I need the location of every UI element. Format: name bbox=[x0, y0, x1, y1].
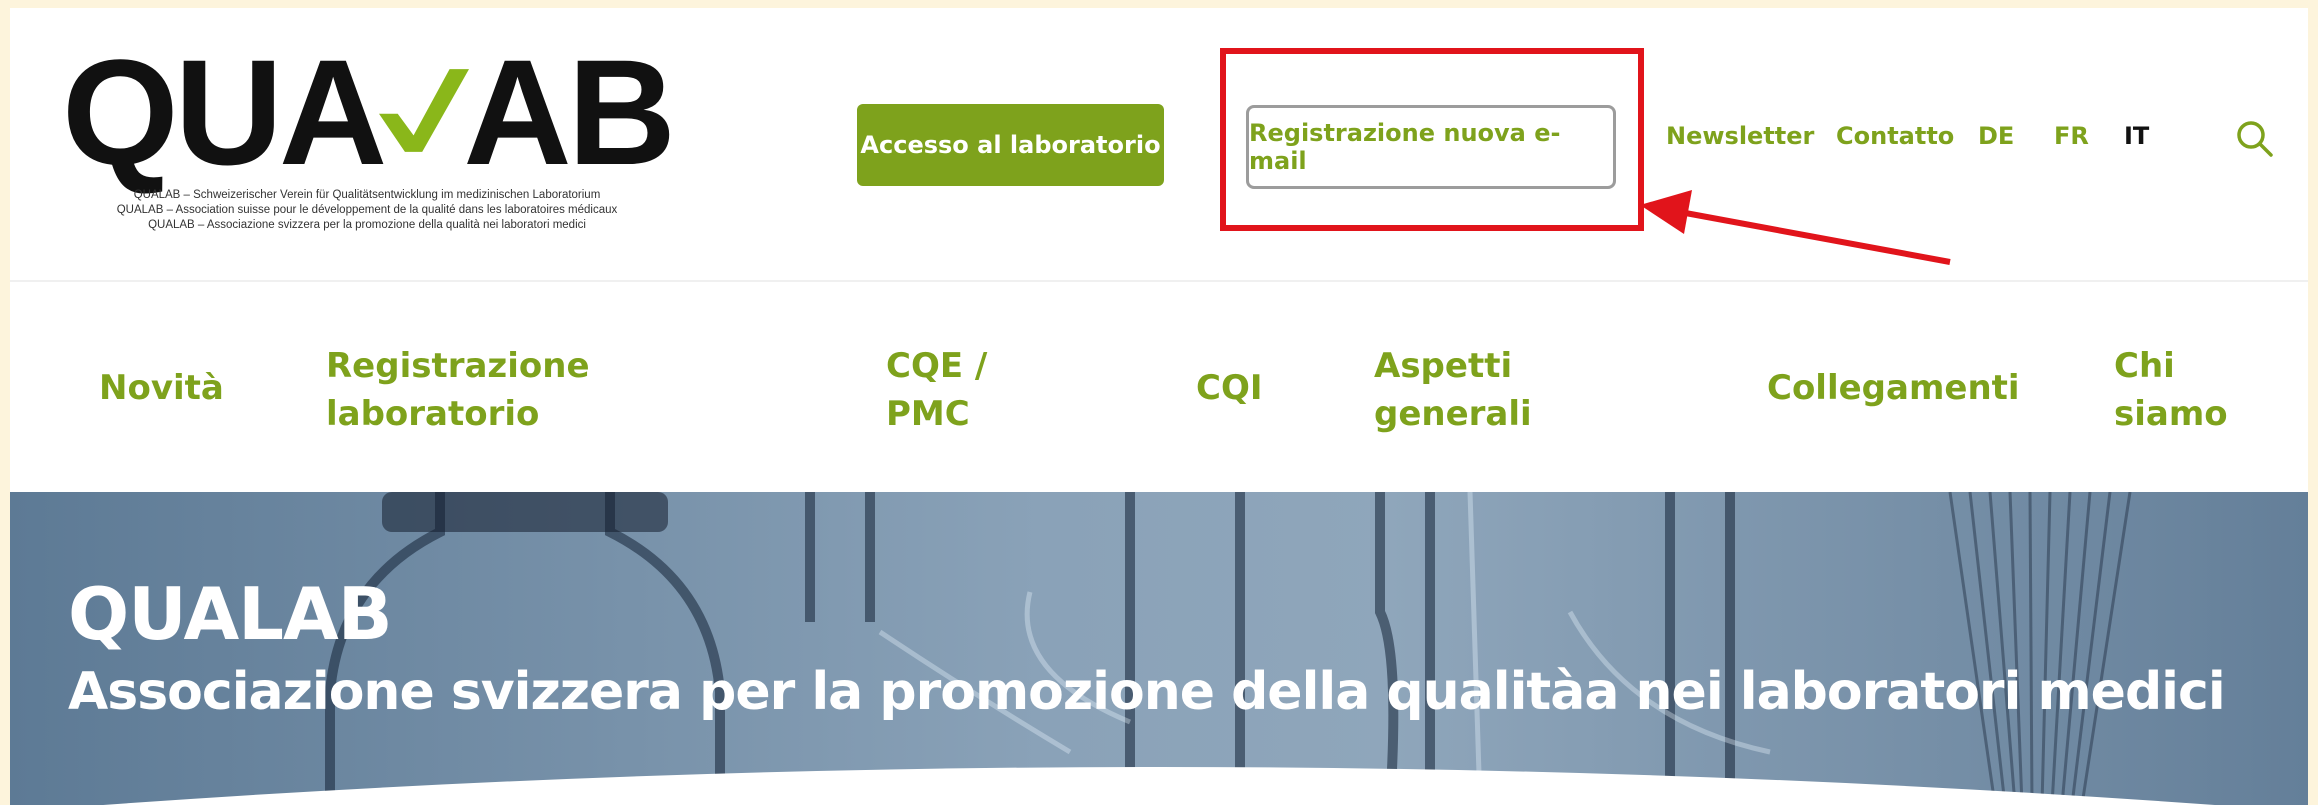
logo-tagline-fr: QUALAB – Association suisse pour le déve… bbox=[116, 204, 618, 216]
logo-tagline-it: QUALAB – Associazione svizzera per la pr… bbox=[148, 219, 586, 231]
contact-link[interactable]: Contatto bbox=[1836, 122, 1954, 150]
logo-text-right: AB bbox=[463, 28, 676, 196]
newsletter-link[interactable]: Newsletter bbox=[1666, 122, 1814, 150]
nav-item-label-line2: siamo bbox=[2114, 394, 2228, 434]
nav-item-registrazione-laboratorio[interactable]: Registrazione laboratorio bbox=[326, 342, 590, 438]
nav-item-aspetti-generali[interactable]: Aspetti generali bbox=[1374, 342, 1532, 438]
nav-item-label-line2: PMC bbox=[886, 394, 970, 434]
check-logo-icon bbox=[379, 69, 470, 152]
nav-item-label-line2: laboratorio bbox=[326, 394, 540, 434]
hero-bottom-curve bbox=[103, 767, 2215, 805]
page-frame: QUA AB QUALAB – Schweizerischer Verein f… bbox=[10, 8, 2308, 805]
qualab-logo[interactable]: QUA AB QUALAB – Schweizerischer Verein f… bbox=[62, 28, 676, 233]
logo-tagline-de: QUALAB – Schweizerischer Verein für Qual… bbox=[133, 189, 601, 201]
nav-item-label-line1: Chi bbox=[2114, 346, 2175, 386]
logo-wordmark: QUA AB bbox=[62, 28, 676, 196]
lab-access-button[interactable]: Accesso al laboratorio bbox=[857, 104, 1164, 186]
lang-fr-link[interactable]: FR bbox=[2054, 122, 2089, 150]
search-icon[interactable] bbox=[2234, 118, 2274, 158]
nav-item-label-line1: CQE / bbox=[886, 346, 988, 386]
nav-item-label-line1: Registrazione bbox=[326, 346, 590, 386]
logo-tagline: QUALAB – Schweizerischer Verein für Qual… bbox=[62, 188, 672, 233]
hero-title: QUALAB bbox=[68, 572, 393, 656]
register-email-button[interactable]: Registrazione nuova e-mail bbox=[1246, 105, 1616, 189]
nav-item-label-line2: generali bbox=[1374, 394, 1532, 434]
lang-it-link[interactable]: IT bbox=[2124, 122, 2149, 150]
nav-item-collegamenti[interactable]: Collegamenti bbox=[1767, 364, 2020, 412]
nav-item-cqi[interactable]: CQI bbox=[1196, 364, 1263, 412]
hero-banner: QUALAB Associazione svizzera per la prom… bbox=[10, 492, 2308, 805]
nav-item-cqe-pmc[interactable]: CQE / PMC bbox=[886, 342, 987, 438]
main-navigation: Novità Registrazione laboratorio CQE / P… bbox=[10, 284, 2308, 494]
site-header: QUA AB QUALAB – Schweizerischer Verein f… bbox=[10, 8, 2308, 282]
lang-de-link[interactable]: DE bbox=[1978, 122, 2014, 150]
hero-subtitle: Associazione svizzera per la promozione … bbox=[68, 662, 2226, 722]
nav-item-chi-siamo[interactable]: Chi siamo bbox=[2114, 342, 2228, 438]
annotation-arrow-icon bbox=[1640, 190, 1951, 265]
nav-item-novita[interactable]: Novità bbox=[99, 364, 224, 412]
nav-item-label-line1: Aspetti bbox=[1374, 346, 1513, 386]
logo-text-left: QUA bbox=[62, 28, 387, 196]
